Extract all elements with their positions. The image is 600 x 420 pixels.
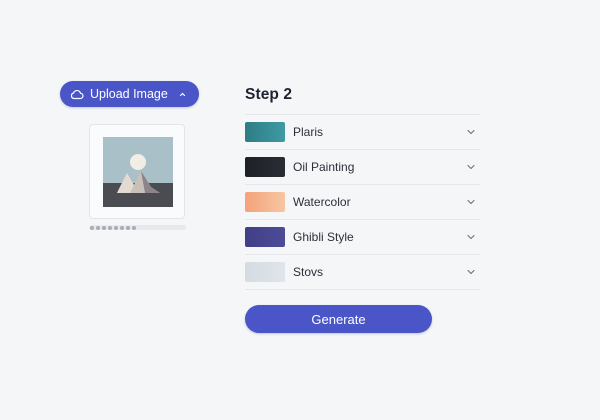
image-preview-card	[89, 124, 185, 219]
preview-progress-bar	[89, 225, 186, 230]
chevron-down-icon	[466, 127, 476, 137]
chevron-down-icon	[466, 267, 476, 277]
progress-dot	[90, 225, 94, 230]
generate-button[interactable]: Generate	[245, 305, 432, 333]
upload-image-button[interactable]: Upload Image	[60, 81, 199, 107]
chevron-down-icon	[466, 162, 476, 172]
chevron-down-icon	[466, 232, 476, 242]
progress-dot	[132, 225, 136, 230]
style-list: Plaris Oil Painting Watercolor Ghibli St…	[245, 114, 480, 290]
upload-image-label: Upload Image	[90, 87, 168, 101]
progress-dot	[120, 225, 124, 230]
style-item-label: Plaris	[293, 125, 324, 139]
style-item-ghibli-style[interactable]: Ghibli Style	[245, 220, 480, 255]
style-swatch	[245, 122, 285, 142]
style-item-label: Watercolor	[293, 195, 351, 209]
style-swatch	[245, 227, 285, 247]
chevron-up-icon	[178, 90, 187, 99]
step-title: Step 2	[245, 86, 293, 103]
style-item-oil-painting[interactable]: Oil Painting	[245, 150, 480, 185]
style-item-label: Stovs	[293, 265, 324, 279]
progress-dot	[126, 225, 130, 230]
progress-dot	[96, 225, 100, 230]
image-placeholder-icon	[103, 137, 173, 207]
progress-dot	[108, 225, 112, 230]
style-swatch	[245, 262, 285, 282]
style-item-plaris[interactable]: Plaris	[245, 115, 480, 150]
style-item-stovs[interactable]: Stovs	[245, 255, 480, 290]
style-item-label: Ghibli Style	[293, 230, 354, 244]
style-item-watercolor[interactable]: Watercolor	[245, 185, 480, 220]
progress-dot	[114, 225, 118, 230]
style-swatch	[245, 157, 285, 177]
style-item-label: Oil Painting	[293, 160, 355, 174]
style-swatch	[245, 192, 285, 212]
progress-dot	[102, 225, 106, 230]
cloud-icon	[70, 88, 84, 100]
chevron-down-icon	[466, 197, 476, 207]
